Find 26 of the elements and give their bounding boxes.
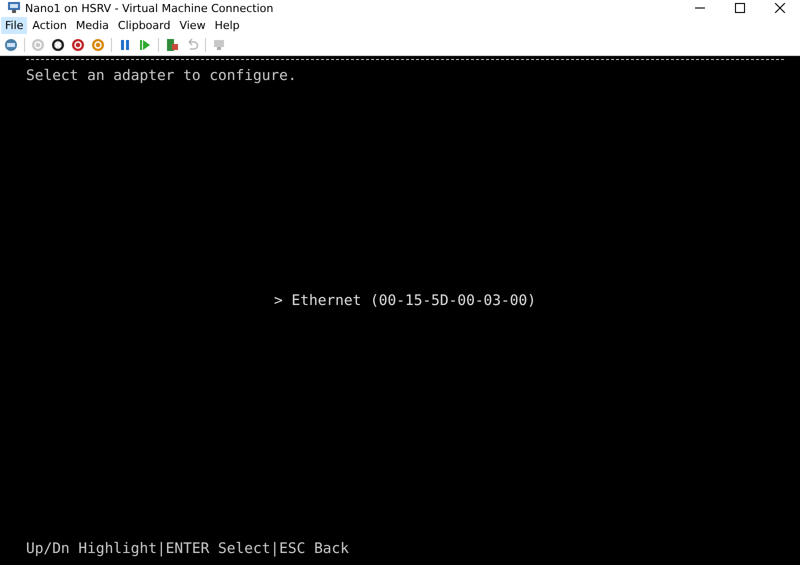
menu-item[interactable]: Media bbox=[72, 17, 113, 34]
menu-item[interactable]: Action bbox=[28, 17, 71, 34]
power-icon bbox=[71, 38, 85, 52]
menu-item[interactable]: Help bbox=[210, 17, 244, 34]
adapter-item[interactable]: > Ethernet (00-15-5D-00-03-00) bbox=[274, 292, 536, 308]
close-icon bbox=[775, 3, 785, 13]
power-icon bbox=[31, 38, 45, 52]
pause-icon bbox=[118, 38, 132, 52]
window-title: Nano1 on HSRV - Virtual Machine Connection bbox=[25, 2, 274, 14]
menu-item[interactable]: File bbox=[1, 17, 28, 34]
checkpoint-icon bbox=[165, 38, 179, 52]
power-icon bbox=[91, 38, 105, 52]
menu-item[interactable]: View bbox=[175, 17, 210, 34]
shut-down-button[interactable] bbox=[69, 37, 87, 53]
maximize-icon bbox=[735, 3, 745, 13]
play-icon bbox=[138, 38, 152, 52]
monitor-icon bbox=[212, 38, 226, 52]
console-text: Select an adapter to configure. bbox=[26, 68, 298, 84]
console-text: Up/Dn Highlight|ENTER Select|ESC Back bbox=[26, 541, 350, 557]
save-button[interactable] bbox=[89, 37, 107, 53]
stop-icon bbox=[51, 38, 65, 52]
turn-off-button[interactable] bbox=[49, 37, 67, 53]
menu-item[interactable]: Clipboard bbox=[114, 17, 174, 34]
monitor-icon bbox=[7, 1, 21, 15]
ctrl-alt-del-button[interactable] bbox=[2, 37, 20, 53]
keyboard-icon bbox=[4, 38, 18, 52]
